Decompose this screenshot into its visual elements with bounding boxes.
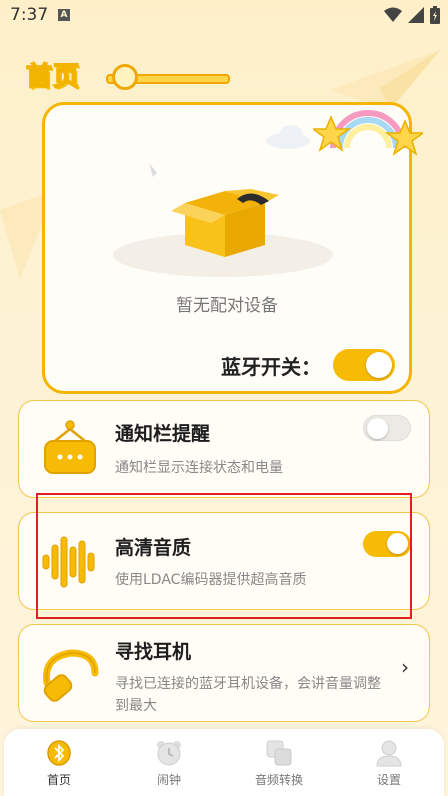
feature-description: 通知栏显示连接状态和电量: [115, 460, 283, 476]
chevron-right-icon[interactable]: ›: [401, 655, 409, 679]
feature-title: 通知栏提醒: [115, 423, 211, 445]
status-icons: [384, 6, 440, 24]
notification-app-icon: A: [58, 9, 70, 21]
title-decoration-knob: [112, 64, 138, 90]
empty-box-illustration: [113, 163, 333, 277]
bluetooth-toggle[interactable]: [333, 349, 395, 381]
rainbow-stars-icon: [313, 110, 423, 156]
tab-settings[interactable]: 设置: [334, 729, 444, 796]
notification-sign-icon: [44, 420, 96, 474]
earphone-icon: [43, 649, 99, 702]
device-card: 暂无配对设备 蓝牙开关：: [42, 102, 423, 394]
bluetooth-switch-row: 蓝牙开关：: [221, 349, 395, 381]
wifi-icon: [384, 7, 402, 22]
page-title: 首页: [25, 61, 81, 93]
feature-title: 寻找耳机: [115, 641, 192, 663]
battery-icon: [430, 6, 440, 24]
tab-label: 闹钟: [156, 773, 181, 787]
bluetooth-switch-label: 蓝牙开关：: [221, 354, 321, 379]
bluetooth-icon: [47, 740, 71, 766]
feature-description: 寻找已连接的蓝牙耳机设备，会讲音量调整到最大: [115, 676, 381, 714]
status-time: 7:37: [10, 5, 49, 25]
tab-label: 音频转换: [254, 773, 303, 787]
tab-label: 首页: [46, 773, 71, 787]
cloud-icon: [266, 125, 310, 149]
status-bar: 7:37 A: [0, 0, 448, 32]
user-settings-icon: [376, 740, 402, 767]
feature-card-notification[interactable]: 通知栏提醒 通知栏显示连接状态和电量: [18, 400, 430, 498]
empty-state-text: 暂无配对设备: [176, 296, 278, 316]
toggle-knob: [366, 352, 392, 378]
notification-toggle[interactable]: [363, 415, 411, 441]
tab-home[interactable]: 首页: [4, 729, 114, 796]
toggle-knob: [367, 418, 388, 439]
alarm-clock-icon: [157, 741, 181, 766]
audio-convert-icon: [266, 740, 292, 766]
signal-icon: [408, 7, 424, 23]
page-header: 首页: [20, 52, 230, 102]
bottom-tab-bar: 首页 闹钟 音频转换 设置: [4, 729, 444, 796]
feature-card-find-earphones[interactable]: 寻找耳机 寻找已连接的蓝牙耳机设备，会讲音量调整到最大 ›: [18, 624, 430, 722]
tab-label: 设置: [376, 773, 401, 787]
tab-audio-convert[interactable]: 音频转换: [224, 729, 334, 796]
tab-alarm[interactable]: 闹钟: [114, 729, 224, 796]
highlight-annotation: [36, 493, 412, 619]
